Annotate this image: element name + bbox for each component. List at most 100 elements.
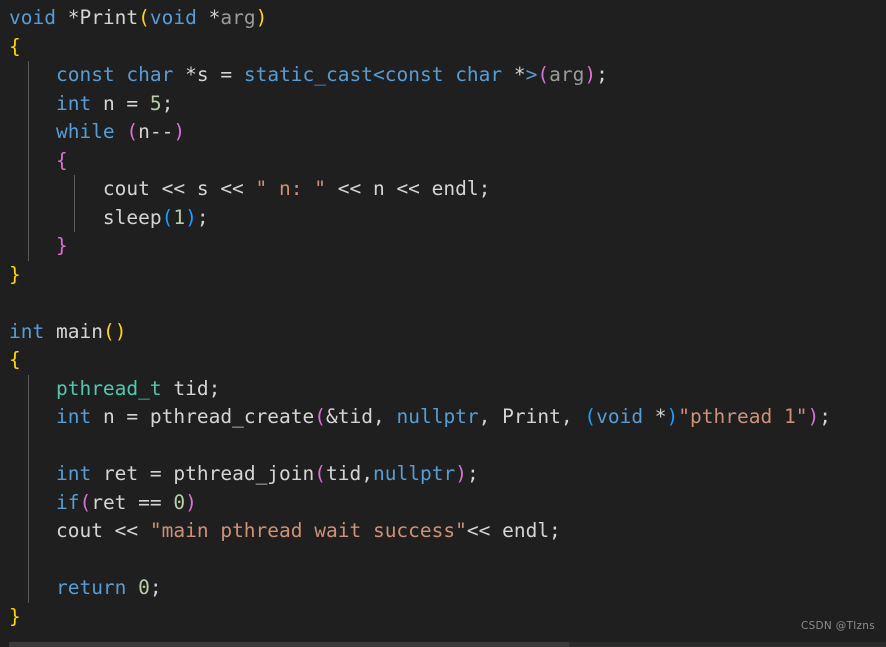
code-line[interactable]: } (0, 603, 886, 632)
code-token: pthread_t (55, 376, 162, 400)
code-token: char (455, 63, 503, 86)
code-token: ) (584, 63, 597, 86)
code-token: ; (161, 91, 174, 115)
code-token: ( (584, 405, 597, 428)
code-token: *s = (173, 63, 244, 86)
code-token: { (9, 348, 21, 371)
code-token: char (126, 63, 174, 86)
horizontal-scrollbar-thumb[interactable] (9, 642, 569, 647)
code-token: void (149, 6, 197, 29)
code-token: ( (126, 120, 139, 143)
code-line[interactable]: if(ret == 0) (0, 488, 886, 517)
code-token: ) (255, 6, 268, 29)
code-token: } (9, 604, 21, 628)
code-token: main (55, 319, 103, 343)
code-content[interactable]: void *Print(void *arg){ const char *s = … (0, 4, 886, 631)
code-line[interactable] (0, 545, 886, 574)
code-line[interactable]: int n = pthread_create(&tid, nullptr, Pr… (0, 403, 886, 432)
code-token: void (596, 405, 644, 428)
horizontal-scrollbar-track[interactable] (9, 642, 886, 647)
code-line[interactable]: } (0, 261, 886, 290)
code-line[interactable]: int n = 5; (0, 89, 886, 118)
indent-guide (28, 545, 29, 574)
code-token: const (55, 63, 115, 86)
code-token: ( (161, 205, 174, 229)
code-token: ; (149, 576, 162, 599)
code-token: , (560, 405, 585, 428)
code-token: 5 (149, 91, 162, 115)
code-token: tid; (161, 376, 221, 400)
code-token: * (55, 6, 80, 29)
code-token: while (55, 120, 115, 143)
code-line[interactable]: } (0, 232, 886, 261)
code-editor[interactable]: void *Print(void *arg){ const char *s = … (0, 0, 886, 647)
code-line[interactable]: cout << "main pthread wait success"<< en… (0, 517, 886, 546)
code-token: * (643, 405, 667, 428)
code-token: int (9, 319, 45, 343)
code-token: > (525, 63, 538, 86)
code-line[interactable]: while (n--) (0, 118, 886, 147)
code-token: Print (79, 6, 139, 29)
code-token: { (9, 34, 21, 58)
code-line[interactable]: { (0, 33, 886, 62)
code-token: " n: " (255, 177, 326, 200)
code-token: sleep (102, 205, 162, 229)
code-token: << n << endl; (326, 177, 491, 200)
code-token: ; (596, 63, 608, 86)
code-line[interactable]: return 0; (0, 574, 886, 603)
code-token: ) (173, 120, 186, 143)
code-token: ) (455, 462, 467, 485)
code-token: int (55, 91, 92, 115)
code-token: arg (549, 63, 585, 86)
code-token: ) (807, 405, 820, 428)
code-line[interactable]: const char *s = static_cast<const char *… (0, 61, 886, 90)
code-line[interactable]: { (0, 146, 886, 175)
code-token: int (55, 405, 92, 428)
code-line[interactable]: sleep(1); (0, 203, 886, 232)
code-line[interactable]: cout << s << " n: " << n << endl; (0, 175, 886, 204)
code-token: &tid, (326, 405, 397, 428)
code-line[interactable]: void *Print(void *arg) (0, 4, 886, 33)
code-token: * (502, 63, 526, 86)
code-token: const (384, 63, 444, 86)
code-token: ( (102, 319, 115, 343)
code-token: pthread_create (149, 405, 315, 428)
code-token: "main pthread wait success" (149, 519, 467, 542)
code-line[interactable]: pthread_t tid; (0, 374, 886, 403)
code-line[interactable]: int ret = pthread_join(tid,nullptr); (0, 460, 886, 489)
code-token: Print (502, 405, 561, 428)
code-token: ( (314, 405, 327, 428)
code-token: pthread_join (173, 462, 315, 485)
code-token: tid, (326, 462, 373, 485)
code-line[interactable] (0, 431, 886, 460)
code-line[interactable]: { (0, 346, 886, 375)
indent-guide (28, 431, 29, 460)
code-token: ; (466, 462, 479, 485)
code-token: ( (138, 6, 150, 29)
code-line[interactable] (0, 289, 886, 318)
code-token: ret = (91, 462, 174, 485)
code-token: } (9, 262, 21, 286)
code-token: } (55, 234, 68, 257)
code-token: , (478, 405, 503, 428)
code-token: { (55, 148, 68, 172)
code-token: 1 (173, 205, 186, 229)
code-token: return (55, 576, 127, 599)
code-line[interactable]: int main() (0, 318, 886, 347)
csdn-watermark: CSDN @Tlzns (800, 620, 875, 632)
code-token: n-- (138, 120, 174, 143)
code-token: if (55, 490, 80, 514)
